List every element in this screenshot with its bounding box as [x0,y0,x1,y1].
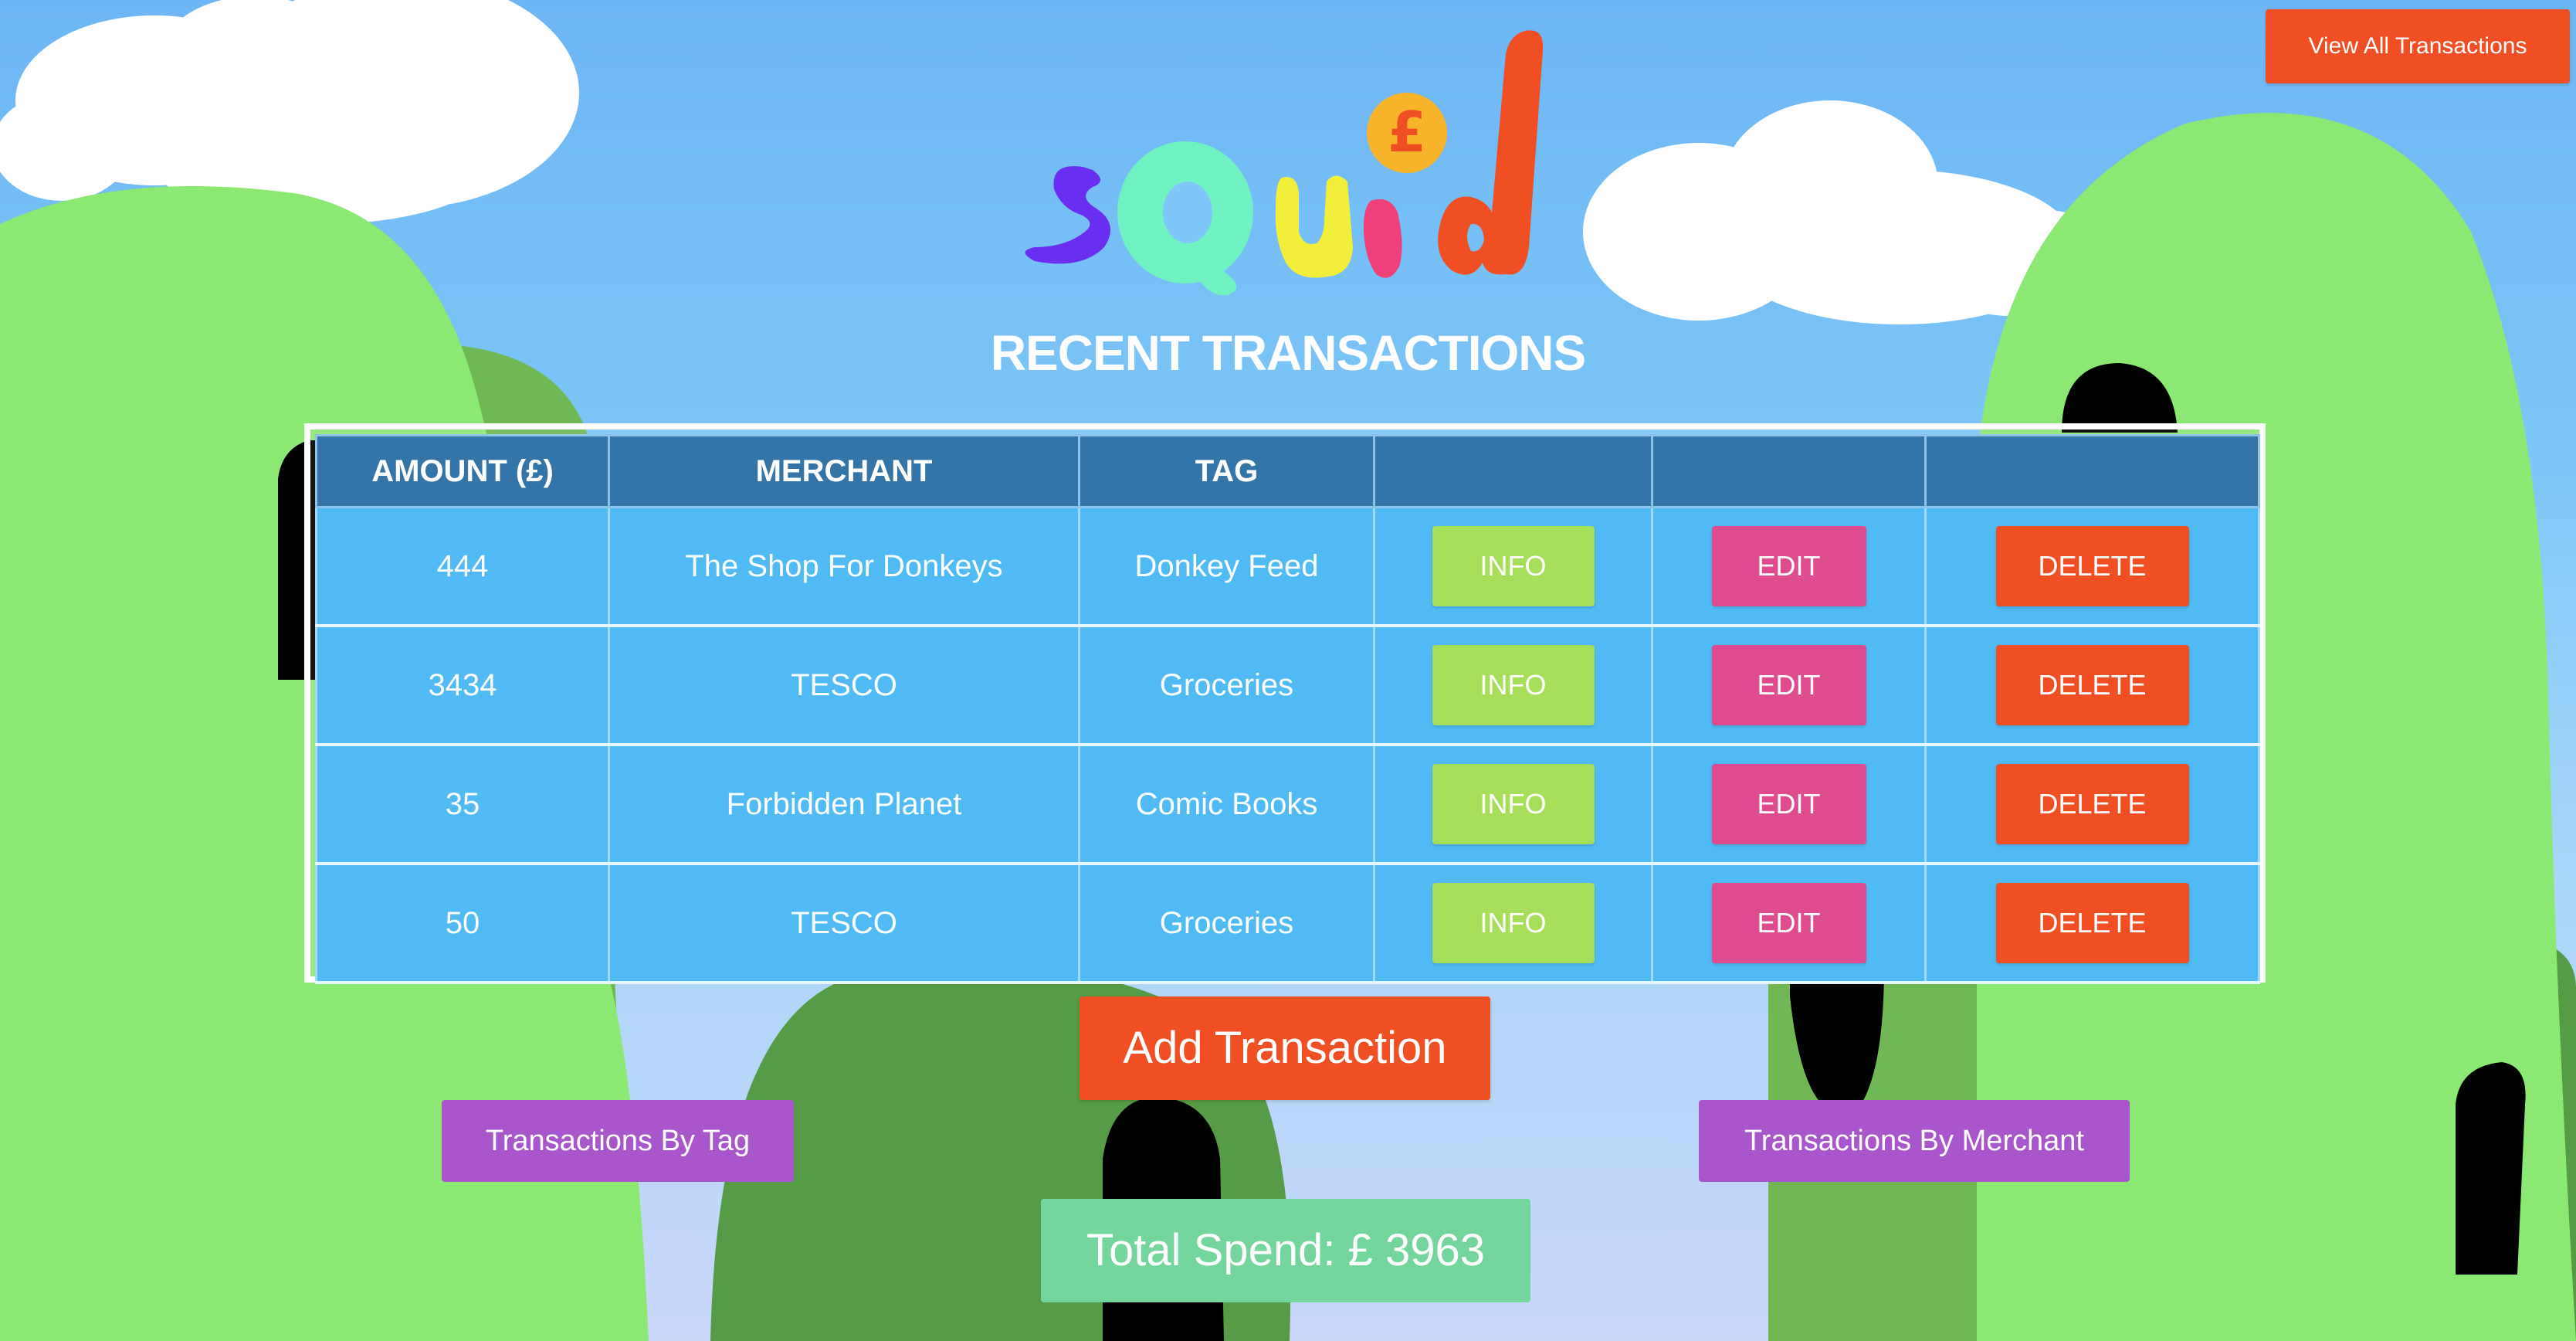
edit-button[interactable]: EDIT [1711,645,1866,725]
cell-amount: 444 [315,506,610,627]
logo-letter-s [1025,166,1110,264]
cell-amount: 3434 [315,624,610,746]
page-title: RECENT TRANSACTIONS [990,325,1586,381]
cell-merchant: TESCO [608,624,1080,746]
cell-info: INFO [1373,743,1653,865]
transactions-by-merchant-button[interactable]: Transactions By Merchant [1699,1100,2130,1182]
delete-button[interactable]: DELETE [1995,764,2189,844]
cell-tag: Donkey Feed [1078,506,1375,627]
column-header-tag: TAG [1078,434,1375,508]
cell-delete: DELETE [1924,506,2260,627]
column-header-merchant: MERCHANT [608,434,1080,508]
transactions-by-tag-button[interactable]: Transactions By Tag [442,1100,794,1182]
edit-button[interactable]: EDIT [1711,883,1866,963]
cell-info: INFO [1373,506,1653,627]
transactions-table-frame: AMOUNT (£) MERCHANT TAG 444 The Shop For… [304,423,2266,984]
column-header-amount: AMOUNT (£) [315,434,610,508]
cell-info: INFO [1373,624,1653,746]
total-spend-label: Total Spend: £ [1086,1225,1373,1275]
logo-coin-symbol: £ [1388,100,1426,165]
logo-letter-u [1275,175,1353,278]
door-right-bottom [2456,1062,2526,1275]
column-header-delete [1924,434,2260,508]
add-transaction-button[interactable]: Add Transaction [1080,996,1490,1100]
cell-edit: EDIT [1651,862,1927,984]
logo-coin-icon: £ [1367,93,1447,173]
transactions-table: AMOUNT (£) MERCHANT TAG 444 The Shop For… [315,434,2260,984]
cell-merchant: Forbidden Planet [608,743,1080,865]
delete-button[interactable]: DELETE [1995,883,2189,963]
column-header-edit [1651,434,1927,508]
table-row: 50 TESCO Groceries INFO EDIT DELETE [315,862,2260,984]
info-button[interactable]: INFO [1432,883,1595,963]
cloud-left [0,0,579,224]
logo-letter-i [1363,199,1402,278]
cell-delete: DELETE [1924,862,2260,984]
cell-tag: Groceries [1078,624,1375,746]
delete-button[interactable]: DELETE [1995,645,2189,725]
total-spend-value: 3963 [1385,1225,1485,1275]
cell-merchant: The Shop For Donkeys [608,506,1080,627]
cell-delete: DELETE [1924,624,2260,746]
cell-tag: Groceries [1078,862,1375,984]
cell-tag: Comic Books [1078,743,1375,865]
table-row: 444 The Shop For Donkeys Donkey Feed INF… [315,506,2260,627]
cell-amount: 35 [315,743,610,865]
cell-edit: EDIT [1651,743,1927,865]
cell-edit: EDIT [1651,506,1927,627]
delete-button[interactable]: DELETE [1995,526,2189,606]
cell-merchant: TESCO [608,862,1080,984]
info-button[interactable]: INFO [1432,645,1595,725]
cell-delete: DELETE [1924,743,2260,865]
table-header-row: AMOUNT (£) MERCHANT TAG [315,434,2260,508]
logo-letter-d [1438,30,1544,275]
cell-amount: 50 [315,862,610,984]
cell-info: INFO [1373,862,1653,984]
info-button[interactable]: INFO [1432,764,1595,844]
logo-letter-q [1117,141,1253,296]
cell-edit: EDIT [1651,624,1927,746]
table-row: 3434 TESCO Groceries INFO EDIT DELETE [315,624,2260,746]
total-spend-badge: Total Spend: £ 3963 [1041,1199,1530,1302]
table-row: 35 Forbidden Planet Comic Books INFO EDI… [315,743,2260,865]
edit-button[interactable]: EDIT [1711,764,1866,844]
view-all-transactions-button[interactable]: View All Transactions [2266,9,2570,83]
squid-logo[interactable]: £ [1019,15,1560,301]
info-button[interactable]: INFO [1432,526,1595,606]
edit-button[interactable]: EDIT [1711,526,1866,606]
column-header-info [1373,434,1653,508]
